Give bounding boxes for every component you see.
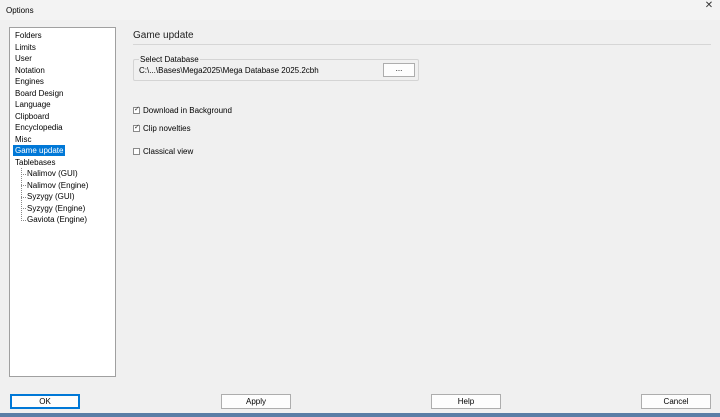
tree-item-syzygy-engine[interactable]: Syzygy (Engine) <box>27 203 85 214</box>
ok-button[interactable]: OK <box>10 394 80 409</box>
checkbox[interactable]: ✓ <box>133 105 140 114</box>
tree-item-nalimov-gui[interactable]: Nalimov (GUI) <box>27 168 78 179</box>
cancel-button[interactable]: Cancel <box>641 394 711 409</box>
option-clip-novelties[interactable]: ✓ Clip novelties <box>133 123 191 133</box>
window-title: Options <box>6 6 34 15</box>
tree-connector-branch <box>21 219 26 221</box>
tree-item-folders[interactable]: Folders <box>15 30 42 41</box>
checkmark-icon: ✓ <box>134 105 140 113</box>
tree-item-syzygy-gui[interactable]: Syzygy (GUI) <box>27 191 75 202</box>
option-classical-view[interactable]: Classical view <box>133 146 193 156</box>
tree-connector-branch <box>21 196 26 198</box>
page-title: Game update <box>133 30 194 41</box>
tree-connector-branch <box>21 185 26 186</box>
tree-item-encyclopedia[interactable]: Encyclopedia <box>15 122 63 133</box>
tree-item-game-update[interactable]: Game update <box>13 145 66 156</box>
tree-item-board-design[interactable]: Board Design <box>15 88 63 99</box>
checkmark-icon: ✓ <box>134 123 140 131</box>
option-label: Download in Background <box>143 105 232 115</box>
title-bar <box>0 0 720 20</box>
option-download-in-background[interactable]: ✓ Download in Background <box>133 105 232 115</box>
tree-connector-branch <box>21 208 26 209</box>
tree-item-notation[interactable]: Notation <box>15 65 45 76</box>
option-label: Classical view <box>143 146 194 156</box>
checkbox[interactable] <box>133 147 140 155</box>
option-label: Clip novelties <box>143 123 191 133</box>
tree-item-limits[interactable]: Limits <box>15 42 36 53</box>
tree-item-tablebases[interactable]: Tablebases <box>15 157 55 168</box>
options-tree: Folders Limits User Notation Engines Boa… <box>9 27 116 377</box>
checkbox[interactable]: ✓ <box>133 123 140 132</box>
taskbar-edge <box>0 413 720 417</box>
tree-item-nalimov-engine[interactable]: Nalimov (Engine) <box>27 180 88 191</box>
database-group-label: Select Database <box>139 55 200 64</box>
tree-item-engines[interactable]: Engines <box>15 76 44 87</box>
close-icon[interactable]: ✕ <box>698 0 720 14</box>
tree-item-clipboard[interactable]: Clipboard <box>15 111 49 122</box>
tree-connector-branch <box>21 173 26 175</box>
browse-database-button[interactable]: ... <box>383 63 415 77</box>
tree-item-misc[interactable]: Misc <box>15 134 31 145</box>
tree-item-gaviota-engine[interactable]: Gaviota (Engine) <box>27 214 87 225</box>
help-button[interactable]: Help <box>431 394 501 409</box>
title-divider <box>133 44 711 45</box>
tree-item-language[interactable]: Language <box>15 99 51 110</box>
apply-button[interactable]: Apply <box>221 394 291 409</box>
database-path: C:\...\Bases\Mega2025\Mega Database 2025… <box>139 66 319 75</box>
tree-item-user[interactable]: User <box>15 53 32 64</box>
tree-connector-line <box>21 168 22 221</box>
